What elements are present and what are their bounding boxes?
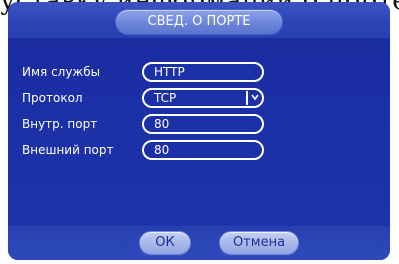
service-name-row: Имя службы HTTP bbox=[22, 62, 272, 82]
protocol-select[interactable]: TCP bbox=[142, 88, 264, 108]
dialog-footer: ОК Отмена bbox=[8, 226, 390, 260]
internal-port-row: Внутр. порт 80 bbox=[22, 114, 272, 134]
service-name-field[interactable]: HTTP bbox=[142, 62, 264, 82]
port-info-dialog: СВЕД. О ПОРТЕ Имя службы HTTP Протокол T… bbox=[8, 2, 390, 260]
service-name-value: HTTP bbox=[154, 65, 185, 79]
external-port-value: 80 bbox=[154, 143, 170, 157]
ok-button[interactable]: ОК bbox=[140, 232, 190, 254]
internal-port-label: Внутр. порт bbox=[22, 117, 98, 131]
dialog-title: СВЕД. О ПОРТЕ bbox=[116, 10, 282, 34]
dialog-header: СВЕД. О ПОРТЕ bbox=[8, 2, 390, 38]
service-name-label: Имя службы bbox=[22, 65, 101, 79]
protocol-value: TCP bbox=[154, 91, 177, 105]
external-port-row: Внешний порт 80 bbox=[22, 140, 272, 160]
screen: уставку информации о порте СВЕД. О ПОРТЕ… bbox=[0, 0, 399, 264]
internal-port-value: 80 bbox=[154, 117, 170, 131]
protocol-row: Протокол TCP bbox=[22, 88, 272, 108]
chevron-down-icon[interactable] bbox=[246, 91, 260, 105]
protocol-label: Протокол bbox=[22, 91, 83, 105]
cancel-button[interactable]: Отмена bbox=[220, 232, 298, 254]
external-port-label: Внешний порт bbox=[22, 143, 114, 157]
internal-port-field[interactable]: 80 bbox=[142, 114, 264, 134]
external-port-field[interactable]: 80 bbox=[142, 140, 264, 160]
